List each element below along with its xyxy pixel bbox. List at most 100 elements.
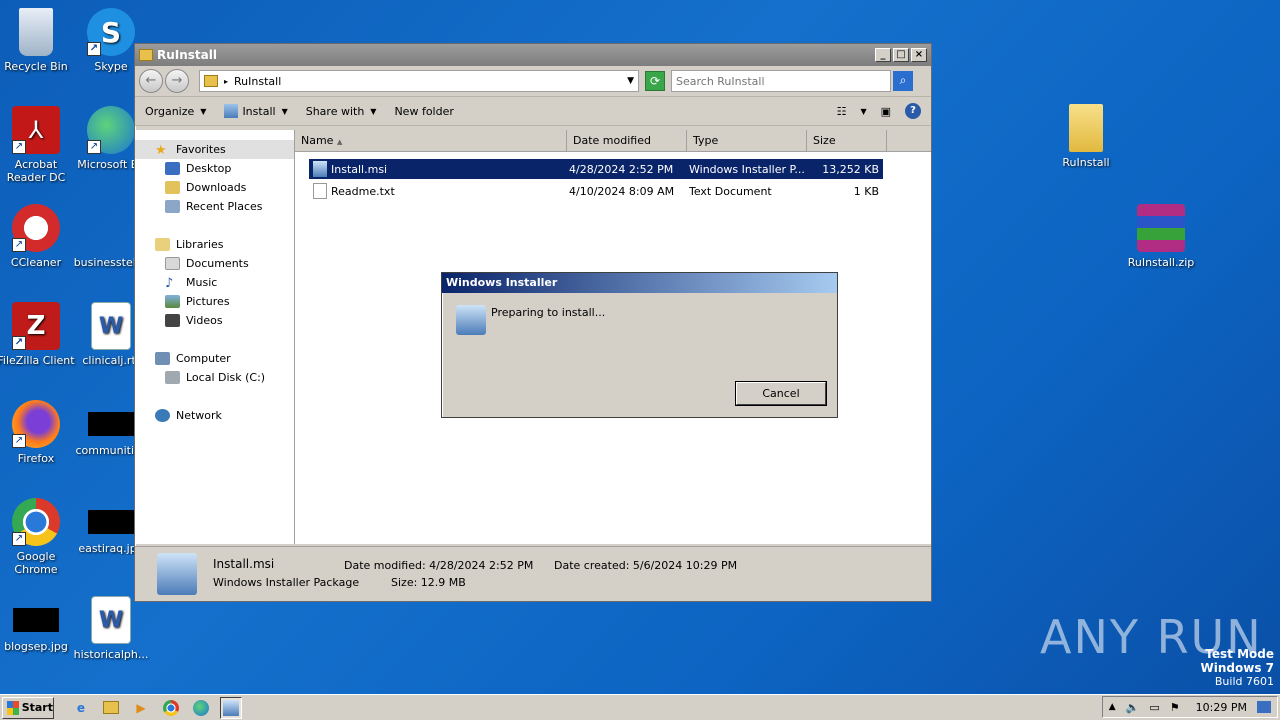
search-field[interactable] [671,70,891,92]
media-player-icon[interactable]: ▶ [130,697,152,719]
navigation-pane: ★ Favorites Desktop Downloads Recent Plac… [135,130,295,544]
cancel-button[interactable]: Cancel [735,381,827,406]
new-folder-button[interactable]: New folder [394,105,453,118]
nav-computer[interactable]: Computer [135,349,294,368]
chrome-icon: ↗ [12,498,60,546]
back-button[interactable]: ← [139,69,163,93]
show-desktop-icon[interactable] [1257,701,1271,713]
installer-taskbar-icon[interactable] [220,696,242,719]
nav-network[interactable]: Network [135,406,294,425]
minimize-button[interactable]: _ [875,48,891,62]
desktop-icon-blogsep[interactable]: blogsep.jpg [0,596,76,653]
column-name[interactable]: Name ▲ [295,130,567,151]
chevron-up-icon[interactable]: ▲ [1109,702,1116,712]
network-icon[interactable]: ▭ [1149,701,1159,714]
desktop-icon-ccleaner[interactable]: ↗ CCleaner [0,204,76,269]
nav-music[interactable]: ♪ Music [135,273,294,292]
sort-up-icon: ▲ [336,138,343,146]
explorer-titlebar[interactable]: RuInstall _ □ × [135,44,931,66]
command-toolbar: Organize ▼ Install ▼ Share with ▼ New folde… [135,96,931,126]
search-icon[interactable]: ⌕ [893,71,913,91]
desktop-icon-recycle-bin[interactable]: Recycle Bin [0,8,76,73]
desktop-icon-filezilla[interactable]: Z ↗ FileZilla Client [0,302,76,367]
maximize-button[interactable]: □ [893,48,909,62]
desktop-icon-acrobat[interactable]: ⅄ ↗ Acrobat Reader DC [0,106,76,184]
nav-documents[interactable]: Documents [135,254,294,273]
nav-libraries[interactable]: Libraries [135,235,294,254]
desktop-icon-ruinstall-folder[interactable]: RuInstall [1046,104,1126,169]
refresh-button[interactable]: ⟳ [645,71,665,91]
volume-icon[interactable]: 🔈 [1126,701,1140,714]
forward-button[interactable]: → [165,69,189,93]
desktop-icon-ruinstall-zip[interactable]: RuInstall.zip [1121,204,1201,269]
file-row[interactable]: Install.msi 4/28/2024 2:52 PM Windows In… [309,159,883,179]
downloads-icon [165,181,180,194]
installer-icon [313,161,327,177]
details-pane: Install.msi Windows Installer Package Da… [135,546,931,601]
videos-icon [165,314,180,327]
organize-button[interactable]: Organize ▼ [145,105,206,118]
desktop-icon-historicalph[interactable]: W historicalph... [71,596,151,661]
image-thumb [88,412,134,436]
install-button[interactable]: Install ▼ [224,104,288,118]
desktop-icon-chrome[interactable]: ↗ Google Chrome [0,498,76,576]
close-button[interactable]: × [911,48,927,62]
network-icon [155,409,170,422]
nav-favorites[interactable]: ★ Favorites [135,140,294,159]
edge-taskbar-icon[interactable] [190,697,212,719]
details-filename: Install.msi [213,557,275,571]
acrobat-icon: ⅄ ↗ [12,106,60,154]
word-icon: W [91,302,131,350]
test-mode-watermark: Test Mode Windows 7 Build 7601 [1200,647,1274,688]
column-type[interactable]: Type [687,130,807,151]
document-icon [87,204,135,252]
dialog-title[interactable]: Windows Installer [442,273,837,293]
nav-local-disk[interactable]: Local Disk (C:) [135,368,294,387]
flag-icon[interactable]: ⚑ [1170,701,1180,714]
file-row[interactable]: Readme.txt 4/10/2024 8:09 AM Text Docume… [309,181,883,201]
image-thumb [13,608,59,632]
chrome-taskbar-icon[interactable] [160,697,182,719]
windows-installer-dialog[interactable]: Windows Installer Preparing to install..… [441,272,838,418]
nav-videos[interactable]: Videos [135,311,294,330]
chevron-down-icon[interactable]: ▼ [627,76,634,86]
chevron-down-icon: ▼ [200,106,207,116]
chevron-down-icon: ▼ [370,106,377,116]
chevron-down-icon[interactable]: ▼ [860,107,866,116]
details-size: Size: 12.9 MB [391,576,466,589]
nav-desktop[interactable]: Desktop [135,159,294,178]
address-box[interactable]: ▸ RuInstall ▼ [199,70,639,92]
details-date-modified: Date modified: 4/28/2024 2:52 PM [344,559,534,572]
nav-recent-places[interactable]: Recent Places [135,197,294,216]
clock[interactable]: 10:29 PM [1196,701,1247,714]
search-input[interactable] [676,74,886,88]
installer-icon [224,104,239,118]
column-date-modified[interactable]: Date modified [567,130,687,151]
edge-icon: ↗ [87,106,135,154]
preview-pane-icon[interactable]: ▣ [881,105,891,118]
computer-icon [155,352,170,365]
windows-logo-icon [7,700,19,715]
folder-icon [1069,104,1103,152]
ccleaner-icon: ↗ [12,204,60,252]
nav-downloads[interactable]: Downloads [135,178,294,197]
view-options-icon[interactable]: ☷ [837,105,847,118]
system-tray: ▲ 🔈 ▭ ⚑ 10:29 PM [1101,696,1278,718]
taskbar: Start e ▶ ▲ 🔈 ▭ ⚑ 10:29 PM [0,694,1280,720]
start-button[interactable]: Start [2,696,54,719]
explorer-taskbar-icon[interactable] [100,697,122,719]
share-with-button[interactable]: Share with ▼ [306,105,377,118]
internet-explorer-icon[interactable]: e [70,697,92,719]
winrar-icon [1137,204,1185,252]
nav-pictures[interactable]: Pictures [135,292,294,311]
desktop-icon-firefox[interactable]: ↗ Firefox [0,400,76,465]
libraries-icon [155,238,170,251]
help-icon[interactable]: ? [905,103,921,119]
installer-icon [456,305,486,335]
filezilla-icon: Z ↗ [12,302,60,350]
star-icon: ★ [155,143,167,158]
documents-icon [165,257,180,270]
details-type: Windows Installer Package [213,576,360,589]
column-size[interactable]: Size [807,130,887,151]
image-thumb [88,510,134,534]
